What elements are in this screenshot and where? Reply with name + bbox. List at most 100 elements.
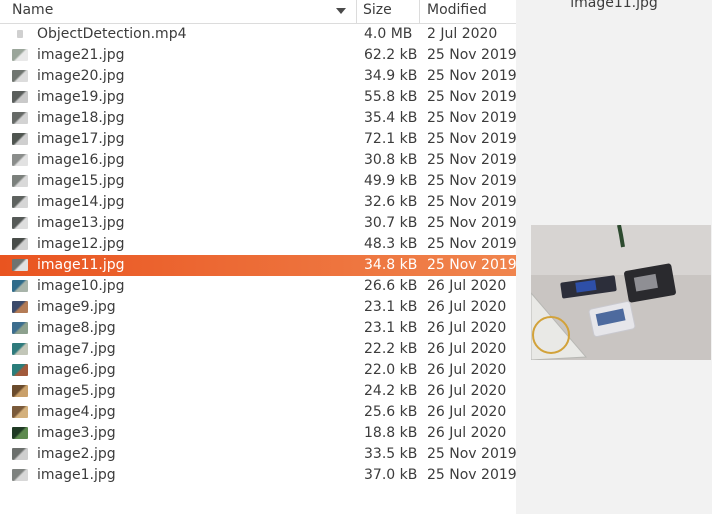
file-modified: 26 Jul 2020 (427, 278, 507, 294)
image-thumbnail-icon (12, 448, 28, 460)
thumbnail-swatch (12, 175, 28, 187)
file-name: image5.jpg (37, 383, 116, 399)
file-row[interactable]: image19.jpg 55.8 kB 25 Nov 2019 (0, 87, 517, 108)
file-modified: 25 Nov 2019 (427, 215, 517, 231)
file-name: image7.jpg (37, 341, 116, 357)
file-size: 30.7 kB (364, 215, 418, 231)
image-thumbnail-icon (12, 238, 28, 250)
file-row[interactable]: image17.jpg 72.1 kB 25 Nov 2019 (0, 129, 517, 150)
file-name: image13.jpg (37, 215, 125, 231)
file-name: image4.jpg (37, 404, 116, 420)
file-row[interactable]: image7.jpg 22.2 kB 26 Jul 2020 (0, 339, 516, 360)
file-size: 30.8 kB (364, 152, 418, 168)
file-size: 32.6 kB (364, 194, 418, 210)
file-modified: 25 Nov 2019 (427, 446, 517, 462)
file-modified: 2 Jul 2020 (427, 26, 498, 42)
file-modified: 26 Jul 2020 (427, 299, 507, 315)
thumbnail-swatch (12, 259, 28, 271)
sort-descending-icon[interactable] (336, 8, 346, 14)
file-list-view[interactable]: Name Size Modified ObjectDetection.mp4 4.… (0, 0, 517, 514)
image-thumbnail-icon (12, 154, 28, 166)
thumbnail-swatch (12, 427, 28, 439)
file-modified: 25 Nov 2019 (427, 194, 517, 210)
file-size: 55.8 kB (364, 89, 418, 105)
file-row[interactable]: image15.jpg 49.9 kB 25 Nov 2019 (0, 171, 517, 192)
file-row[interactable]: image18.jpg 35.4 kB 25 Nov 2019 (0, 108, 517, 129)
file-row[interactable]: ObjectDetection.mp4 4.0 MB 2 Jul 2020 (0, 24, 516, 45)
image-thumbnail-icon (12, 427, 28, 439)
file-row[interactable]: image20.jpg 34.9 kB 25 Nov 2019 (0, 66, 517, 87)
name-column-header[interactable]: Name (0, 0, 356, 23)
file-name: image3.jpg (37, 425, 116, 441)
file-modified: 25 Nov 2019 (427, 257, 517, 273)
file-row[interactable]: image5.jpg 24.2 kB 26 Jul 2020 (0, 381, 516, 402)
thumbnail-swatch (12, 91, 28, 103)
file-row[interactable]: image9.jpg 23.1 kB 26 Jul 2020 (0, 297, 516, 318)
file-modified: 26 Jul 2020 (427, 362, 507, 378)
file-rows: ObjectDetection.mp4 4.0 MB 2 Jul 2020 image… (0, 24, 517, 486)
file-modified: 25 Nov 2019 (427, 236, 517, 252)
image-thumbnail-icon (12, 91, 28, 103)
file-row[interactable]: image4.jpg 25.6 kB 26 Jul 2020 (0, 402, 516, 423)
file-name: image6.jpg (37, 362, 116, 378)
file-modified: 25 Nov 2019 (427, 89, 517, 105)
file-size: 35.4 kB (364, 110, 418, 126)
file-size: 48.3 kB (364, 236, 418, 252)
image-thumbnail-icon (12, 196, 28, 208)
file-row[interactable]: image10.jpg 26.6 kB 26 Jul 2020 (0, 276, 516, 297)
image-thumbnail-icon (12, 259, 28, 271)
thumbnail-swatch (12, 154, 28, 166)
file-row[interactable]: image11.jpg 34.8 kB 25 Nov 2019 (0, 255, 517, 276)
file-row[interactable]: image16.jpg 30.8 kB 25 Nov 2019 (0, 150, 517, 171)
file-name: image12.jpg (37, 236, 125, 252)
thumbnail-swatch (12, 301, 28, 313)
image-thumbnail-icon (12, 49, 28, 61)
thumbnail-swatch (12, 217, 28, 229)
preview-pane: image11.jpg (516, 0, 712, 514)
thumbnail-swatch (12, 343, 28, 355)
image-thumbnail-icon (12, 217, 28, 229)
image-thumbnail-icon (12, 364, 28, 376)
thumbnail-swatch (12, 49, 28, 61)
video-file-icon (12, 28, 28, 40)
file-name: image17.jpg (37, 131, 125, 147)
file-row[interactable]: image12.jpg 48.3 kB 25 Nov 2019 (0, 234, 517, 255)
file-size: 34.9 kB (364, 68, 418, 84)
file-name: image8.jpg (37, 320, 116, 336)
file-row[interactable]: image14.jpg 32.6 kB 25 Nov 2019 (0, 192, 517, 213)
thumbnail-swatch (12, 70, 28, 82)
file-size: 25.6 kB (364, 404, 418, 420)
file-name: image9.jpg (37, 299, 116, 315)
thumbnail-swatch (12, 238, 28, 250)
file-size: 22.2 kB (364, 341, 418, 357)
file-name: image11.jpg (37, 257, 125, 273)
file-size: 34.8 kB (364, 257, 418, 273)
modified-column-header[interactable]: Modified (419, 0, 516, 23)
thumbnail-swatch (12, 280, 28, 292)
thumbnail-swatch (12, 364, 28, 376)
image-thumbnail-icon (12, 406, 28, 418)
file-row[interactable]: image2.jpg 33.5 kB 25 Nov 2019 (0, 444, 517, 465)
file-row[interactable]: image21.jpg 62.2 kB 25 Nov 2019 (0, 45, 517, 66)
size-column-header[interactable]: Size (356, 0, 419, 23)
size-column-label: Size (363, 2, 392, 18)
file-row[interactable]: image3.jpg 18.8 kB 26 Jul 2020 (0, 423, 516, 444)
thumbnail-swatch (12, 196, 28, 208)
file-modified: 26 Jul 2020 (427, 425, 507, 441)
image-thumbnail-icon (12, 301, 28, 313)
file-name: image19.jpg (37, 89, 125, 105)
image-thumbnail-icon (12, 133, 28, 145)
file-modified: 25 Nov 2019 (427, 173, 517, 189)
file-size: 18.8 kB (364, 425, 418, 441)
file-modified: 25 Nov 2019 (427, 110, 517, 126)
file-modified: 26 Jul 2020 (427, 341, 507, 357)
thumbnail-swatch (12, 322, 28, 334)
file-row[interactable]: image8.jpg 23.1 kB 26 Jul 2020 (0, 318, 516, 339)
name-column-label: Name (12, 2, 54, 18)
file-row[interactable]: image6.jpg 22.0 kB 26 Jul 2020 (0, 360, 516, 381)
file-row[interactable]: image13.jpg 30.7 kB 25 Nov 2019 (0, 213, 517, 234)
file-row[interactable]: image1.jpg 37.0 kB 25 Nov 2019 (0, 465, 517, 486)
file-size: 49.9 kB (364, 173, 418, 189)
image-thumbnail-icon (12, 469, 28, 481)
column-header-bar: Name Size Modified (0, 0, 516, 24)
